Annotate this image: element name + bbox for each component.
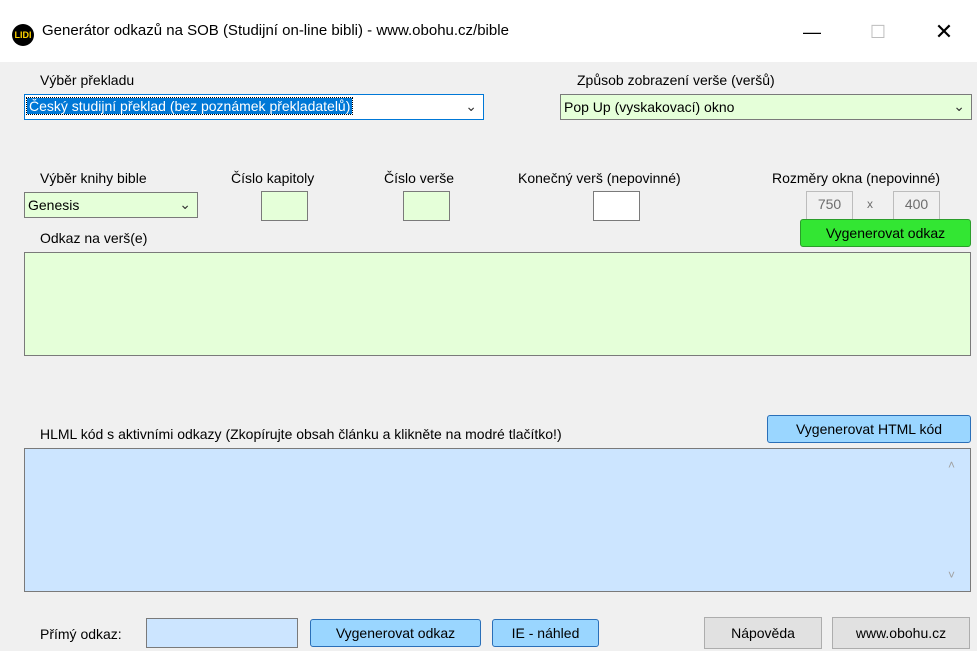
translation-label: Výběr překladu	[40, 72, 135, 88]
chevron-down-icon: ⌄	[465, 98, 477, 114]
scroll-down-icon[interactable]: ˅	[948, 568, 955, 582]
window-height-value: 400	[904, 196, 929, 212]
app-logo-icon: LIDI	[12, 24, 34, 46]
chevron-down-icon: ⌄	[179, 196, 191, 212]
verse-label: Číslo verše	[384, 170, 455, 186]
translation-select[interactable]: Český studijní překlad (bez poznámek pře…	[24, 94, 484, 120]
direct-link-input[interactable]	[146, 618, 298, 648]
translation-selected-value: Český studijní překlad (bez poznámek pře…	[25, 97, 354, 115]
verse-link-label: Odkaz na verš(e)	[40, 230, 148, 246]
help-button[interactable]: Nápověda	[704, 617, 822, 649]
book-label: Výběr knihy bible	[40, 170, 147, 186]
display-mode-selected-value: Pop Up (vyskakovací) okno	[564, 99, 735, 115]
display-mode-label: Způsob zobrazení verše (veršů)	[577, 72, 775, 88]
window-width-input[interactable]: 750	[806, 191, 853, 220]
window-title: Generátor odkazů na SOB (Studijní on-lin…	[42, 22, 509, 39]
close-button[interactable]: ✕	[922, 12, 966, 52]
chapter-label: Číslo kapitoly	[231, 170, 315, 186]
scroll-up-icon[interactable]: ˄	[948, 458, 955, 472]
direct-link-label: Přímý odkaz:	[40, 626, 122, 642]
verse-input[interactable]	[403, 191, 450, 221]
window-height-input[interactable]: 400	[893, 191, 940, 220]
verse-link-output[interactable]	[24, 252, 971, 356]
size-separator: x	[867, 197, 873, 211]
generate-link-button[interactable]: Vygenerovat odkaz	[800, 219, 971, 247]
end-verse-label: Konečný verš (nepovinné)	[518, 170, 681, 186]
html-code-textarea[interactable]	[24, 448, 971, 592]
window-size-label: Rozměry okna (nepovinné)	[772, 170, 941, 186]
direct-generate-button[interactable]: Vygenerovat odkaz	[310, 619, 481, 647]
html-code-label: HLML kód s aktivními odkazy (Zkopírujte …	[40, 426, 562, 442]
generate-html-button[interactable]: Vygenerovat HTML kód	[767, 415, 971, 443]
chapter-input[interactable]	[261, 191, 308, 221]
book-select[interactable]: Genesis ⌄	[24, 192, 198, 218]
end-verse-input[interactable]	[593, 191, 640, 221]
ie-preview-button[interactable]: IE - náhled	[492, 619, 599, 647]
window-width-value: 750	[817, 196, 842, 212]
website-button[interactable]: www.obohu.cz	[832, 617, 970, 649]
minimize-button[interactable]: —	[790, 12, 834, 52]
chevron-down-icon: ⌄	[953, 98, 965, 114]
book-selected-value: Genesis	[28, 197, 80, 213]
maximize-button[interactable]: ☐	[856, 12, 900, 52]
display-mode-select[interactable]: Pop Up (vyskakovací) okno ⌄	[560, 94, 972, 120]
